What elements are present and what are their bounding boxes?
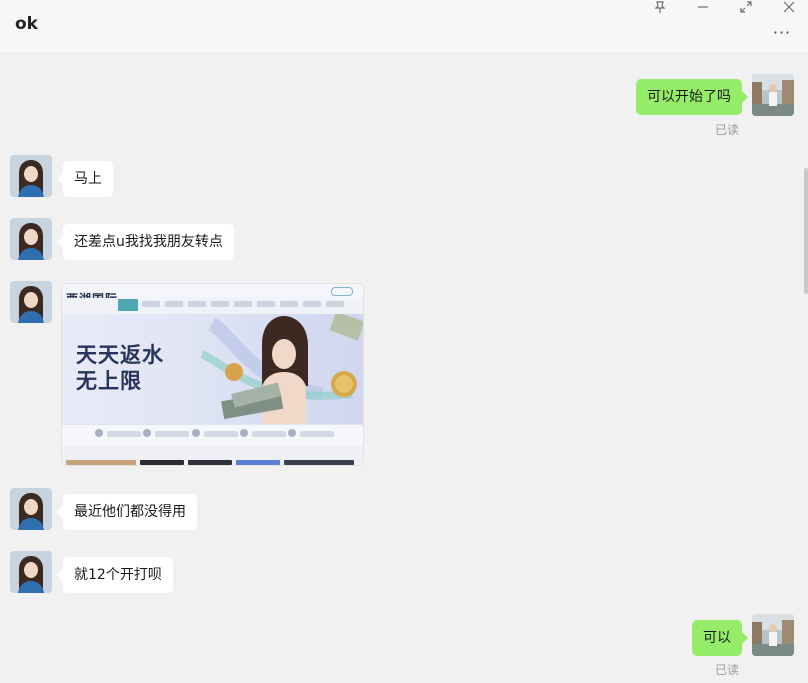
message-text: 还差点u我找我朋友转点 <box>74 234 223 250</box>
chat-title: ok <box>15 14 38 34</box>
minimize-icon[interactable] <box>689 0 717 20</box>
avatar-contact[interactable] <box>10 155 52 197</box>
more-icon[interactable]: ··· <box>770 25 794 42</box>
message-text: 可以开始了吗 <box>647 89 731 105</box>
message-bubble-contact[interactable]: 还差点u我找我朋友转点 <box>57 224 234 260</box>
message-text: 最近他们都没得用 <box>74 504 186 520</box>
image-website-feature-strip <box>62 424 363 447</box>
avatar-self[interactable] <box>752 74 794 116</box>
avatar-contact[interactable] <box>10 551 52 593</box>
image-website-nav <box>62 298 363 314</box>
pin-icon[interactable] <box>646 0 674 20</box>
scrollbar[interactable] <box>804 168 808 294</box>
avatar-contact[interactable] <box>10 488 52 530</box>
message-bubble-self[interactable]: 可以开始了吗 <box>636 79 748 115</box>
avatar-contact[interactable] <box>10 281 52 323</box>
message-text: 就12个开打呗 <box>74 567 162 583</box>
image-message[interactable]: 西湖国际 天天返水 无上限 <box>62 284 363 465</box>
image-website-headline: 天天返水 无上限 <box>76 343 164 393</box>
message-bubble-contact[interactable]: 马上 <box>57 161 113 197</box>
avatar-self[interactable] <box>752 614 794 656</box>
message-bubble-self[interactable]: 可以 <box>692 620 748 656</box>
message-text: 马上 <box>74 171 102 187</box>
close-icon[interactable] <box>775 0 803 20</box>
chat-header: ok ··· <box>0 0 808 53</box>
avatar-contact[interactable] <box>10 218 52 260</box>
read-status: 已读 <box>715 663 740 677</box>
message-bubble-contact[interactable]: 就12个开打呗 <box>57 557 173 593</box>
image-website-login <box>331 287 353 296</box>
read-status: 已读 <box>715 123 740 137</box>
message-text: 可以 <box>703 630 731 646</box>
maximize-icon[interactable] <box>732 0 760 20</box>
message-bubble-contact[interactable]: 最近他们都没得用 <box>57 494 197 530</box>
image-website-bottom <box>62 446 363 465</box>
